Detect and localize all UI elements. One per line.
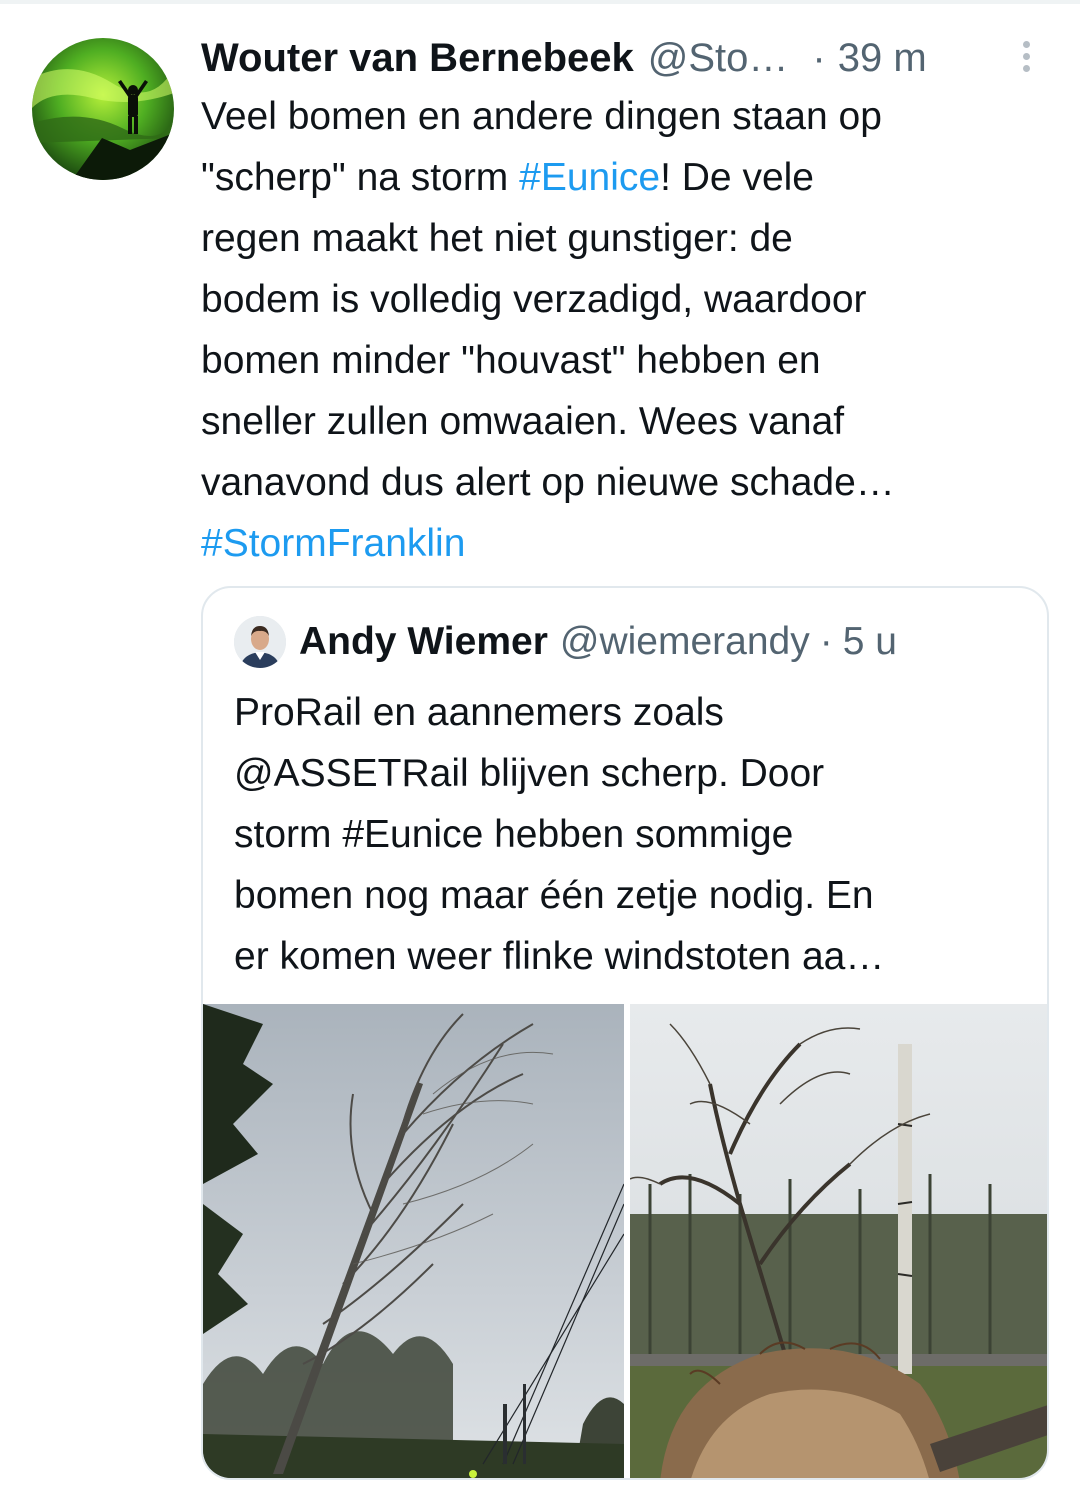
quoted-author-name[interactable]: Andy Wiemer (299, 620, 548, 664)
quoted-line: er komen weer flinke windstoten aa… (234, 935, 885, 978)
tweet-line: vanavond dus alert op nieuwe schade… (201, 461, 895, 504)
top-divider (0, 0, 1080, 4)
quoted-author-handle[interactable]: @wiemerandy (560, 620, 810, 664)
author-name[interactable]: Wouter van Bernebeek (201, 36, 634, 81)
quoted-tweet-header: Andy Wiemer @wiemerandy · 5 u (299, 614, 897, 670)
tweet-header: Wouter van Bernebeek @Sto… · 39 m (201, 30, 1051, 86)
tweet-time[interactable]: 39 m (838, 36, 927, 81)
tweet-line: Veel bomen en andere dingen staan op (201, 95, 882, 138)
quoted-line: ProRail en aannemers zoals (234, 691, 724, 734)
hashtag-stormfranklin-link[interactable]: #StormFranklin (201, 513, 1051, 574)
quoted-tweet-time[interactable]: 5 u (843, 620, 897, 664)
tweet-line: bodem is volledig verzadigd, waardoor (201, 278, 867, 321)
leaning-tree-image (203, 1004, 624, 1478)
separator-dot: · (812, 35, 826, 80)
tweet-line-text: "scherp" na storm (201, 156, 520, 199)
avatar-aurora-image (32, 38, 174, 180)
author-handle[interactable]: @Sto… (648, 36, 789, 81)
hashtag-eunice-link[interactable]: #Eunice (519, 156, 660, 199)
tweet-text: Veel bomen en andere dingen staan op "sc… (201, 86, 1051, 574)
photo-leaning-tree[interactable] (203, 1004, 624, 1478)
quoted-line: @ASSETRail blijven scherp. Door (234, 752, 825, 795)
uprooted-tree-image (630, 1004, 1047, 1478)
tweet-line: sneller zullen omwaaien. Wees vanaf (201, 400, 845, 443)
quoted-author-avatar[interactable] (234, 616, 286, 668)
quoted-tweet-text: ProRail en aannemers zoals @ASSETRail bl… (234, 682, 1024, 987)
photo-uprooted-tree[interactable] (630, 1004, 1047, 1478)
author-avatar[interactable] (32, 38, 174, 180)
separator-dot: · (819, 620, 833, 663)
tweet-line-text: ! De vele (660, 156, 814, 199)
quoted-line: storm #Eunice hebben sommige (234, 813, 794, 856)
quoted-line: bomen nog maar één zetje nodig. En (234, 874, 874, 917)
more-vertical-icon[interactable] (1013, 36, 1039, 80)
tweet-line: regen maakt het niet gunstiger: de (201, 217, 793, 260)
avatar-portrait-image (234, 616, 286, 668)
tweet-line: "scherp" na storm #Eunice! De vele (201, 147, 1051, 208)
tweet-line: bomen minder "houvast" hebben en (201, 339, 821, 382)
media-grid (203, 1004, 1047, 1478)
quoted-tweet-card[interactable]: Andy Wiemer @wiemerandy · 5 u ProRail en… (201, 586, 1049, 1480)
